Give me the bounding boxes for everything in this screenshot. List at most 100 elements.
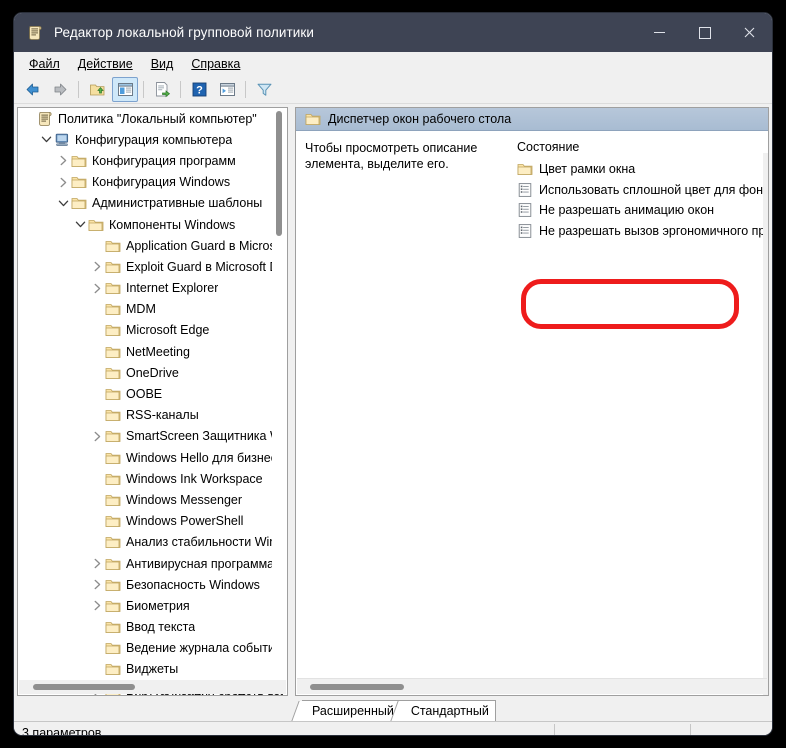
status-separator-2	[690, 724, 691, 735]
folder-icon	[105, 450, 121, 466]
arrow-right-icon	[54, 83, 66, 96]
tree-item[interactable]: Виджеты	[18, 659, 287, 680]
chevron-right-icon[interactable]	[55, 174, 71, 190]
back-button[interactable]	[19, 77, 45, 102]
tree-item[interactable]: NetMeeting	[18, 341, 287, 362]
tree-item[interactable]: Ведение журнала событий	[18, 638, 287, 659]
tree-item[interactable]: Ввод текста	[18, 617, 287, 638]
menu-file[interactable]: Файл	[20, 55, 69, 73]
show-hide-console-tree-button[interactable]	[112, 77, 138, 102]
export-list-button[interactable]	[149, 77, 175, 102]
chevron-none-placeholder	[89, 492, 105, 508]
policy-setting-row[interactable]: Не разрешать вызов эргономичного проли	[511, 221, 768, 242]
chevron-down-icon[interactable]	[55, 195, 71, 211]
group-policy-editor-window: Редактор локальной групповой политики Фа…	[14, 13, 772, 735]
settings-vertical-scrollbar-track[interactable]	[763, 153, 768, 695]
tree-item-label: Windows Ink Workspace	[126, 471, 263, 486]
tree-item[interactable]: Microsoft Edge	[18, 320, 287, 341]
status-count-text: 3 параметров	[22, 726, 102, 735]
tree-item[interactable]: Exploit Guard в Microsoft De	[18, 256, 287, 277]
tree-item[interactable]: Конфигурация компьютера	[18, 129, 287, 150]
tree-item[interactable]: Безопасность Windows	[18, 574, 287, 595]
tree-item[interactable]: Биометрия	[18, 595, 287, 616]
tree-horizontal-scroll-thumb[interactable]	[33, 684, 135, 690]
tree-item[interactable]: SmartScreen Защитника Wi	[18, 426, 287, 447]
tree-item[interactable]: Анализ стабильности Wind	[18, 532, 287, 553]
tree-item[interactable]: Internet Explorer	[18, 278, 287, 299]
chevron-right-icon[interactable]	[89, 598, 105, 614]
policy-setting-row[interactable]: Цвет рамки окна	[511, 159, 768, 180]
tree-item[interactable]: Windows Ink Workspace	[18, 468, 287, 489]
tree-item[interactable]: Административные шаблоны	[18, 193, 287, 214]
tree-item-label: NetMeeting	[126, 344, 190, 359]
tree-item[interactable]: RSS-каналы	[18, 405, 287, 426]
tree-vertical-scrollbar[interactable]	[272, 109, 286, 680]
policy-setting-row[interactable]: Использовать сплошной цвет для фона нач	[511, 180, 768, 201]
tab-standard-label: Стандартный	[410, 704, 489, 718]
tree-item[interactable]: Компоненты Windows	[18, 214, 287, 235]
policy-scroll-icon	[27, 25, 43, 41]
tree-item[interactable]: MDM	[18, 299, 287, 320]
chevron-none-placeholder	[89, 513, 105, 529]
chevron-right-icon[interactable]	[89, 259, 105, 275]
menu-help-label: Справка	[191, 56, 241, 71]
maximize-button[interactable]	[682, 13, 727, 52]
filter-button[interactable]	[251, 77, 277, 102]
export-list-icon	[155, 82, 170, 98]
filter-funnel-icon	[257, 83, 271, 96]
tab-standard[interactable]: Стандартный	[400, 700, 496, 721]
window-title: Редактор локальной групповой политики	[54, 25, 315, 40]
policy-setting-row[interactable]: Не разрешать анимацию окон	[511, 200, 768, 221]
chevron-down-icon[interactable]	[72, 217, 88, 233]
show-action-pane-button[interactable]	[214, 77, 240, 102]
tree-item[interactable]: Антивирусная программа |	[18, 553, 287, 574]
settings-rows-container: Цвет рамки окна Использовать сплошной цве…	[511, 159, 768, 241]
tree-scroll-region[interactable]: Политика "Локальный компьютер" Конфигурац…	[18, 108, 287, 695]
chevron-right-icon[interactable]	[89, 428, 105, 444]
tree-item[interactable]: OneDrive	[18, 362, 287, 383]
chevron-right-icon[interactable]	[89, 280, 105, 296]
settings-list[interactable]: Состояние Цвет рамки окна Использовать сп…	[511, 131, 768, 695]
close-button[interactable]	[727, 13, 772, 52]
tree-item[interactable]: Application Guard в Microsc	[18, 235, 287, 256]
chevron-right-icon[interactable]	[89, 577, 105, 593]
tree-vertical-scroll-thumb[interactable]	[276, 111, 282, 236]
toolbar-separator-2	[143, 81, 144, 98]
tree-item-label: Exploit Guard в Microsoft De	[126, 259, 283, 274]
tree-item[interactable]: Политика "Локальный компьютер"	[18, 108, 287, 129]
menu-action[interactable]: Действие	[69, 55, 142, 73]
minimize-button[interactable]	[637, 13, 682, 52]
tree-item[interactable]: Конфигурация программ	[18, 150, 287, 171]
policy-setting-icon	[517, 182, 533, 198]
tree-item-label: Конфигурация Windows	[92, 175, 231, 190]
help-button[interactable]: ?	[186, 77, 212, 102]
toolbar-separator-3	[180, 81, 181, 98]
chevron-none-placeholder	[89, 661, 105, 677]
chevron-none-placeholder	[89, 238, 105, 254]
chevron-right-icon[interactable]	[89, 556, 105, 572]
settings-horizontal-scroll-thumb[interactable]	[310, 684, 404, 690]
folder-icon	[71, 153, 87, 169]
chevron-right-icon[interactable]	[55, 153, 71, 169]
tree-horizontal-scrollbar[interactable]	[19, 680, 286, 694]
folder-icon	[105, 577, 121, 593]
tree-item-label: Конфигурация компьютера	[75, 132, 233, 147]
console-tree-pane[interactable]: Политика "Локальный компьютер" Конфигурац…	[17, 107, 288, 696]
chevron-down-icon[interactable]	[38, 132, 54, 148]
toolbar-separator-4	[245, 81, 246, 98]
tree-item[interactable]: Конфигурация Windows	[18, 172, 287, 193]
tree-item[interactable]: Windows PowerShell	[18, 511, 287, 532]
tree-item-label: MDM	[126, 302, 156, 317]
forward-button[interactable]	[47, 77, 73, 102]
tab-extended[interactable]: Расширенный	[302, 700, 401, 721]
settings-column-header-state[interactable]: Состояние	[511, 140, 768, 159]
tree-item[interactable]: Windows Hello для бизнеса	[18, 447, 287, 468]
menu-view[interactable]: Вид	[142, 55, 183, 73]
settings-horizontal-scrollbar[interactable]	[297, 678, 767, 694]
window-controls	[637, 13, 772, 52]
menu-help[interactable]: Справка	[182, 55, 249, 73]
tree-item[interactable]: Windows Messenger	[18, 489, 287, 510]
tree-item[interactable]: OOBE	[18, 383, 287, 404]
up-one-level-button[interactable]	[84, 77, 110, 102]
tree-item-label: Microsoft Edge	[126, 323, 210, 338]
